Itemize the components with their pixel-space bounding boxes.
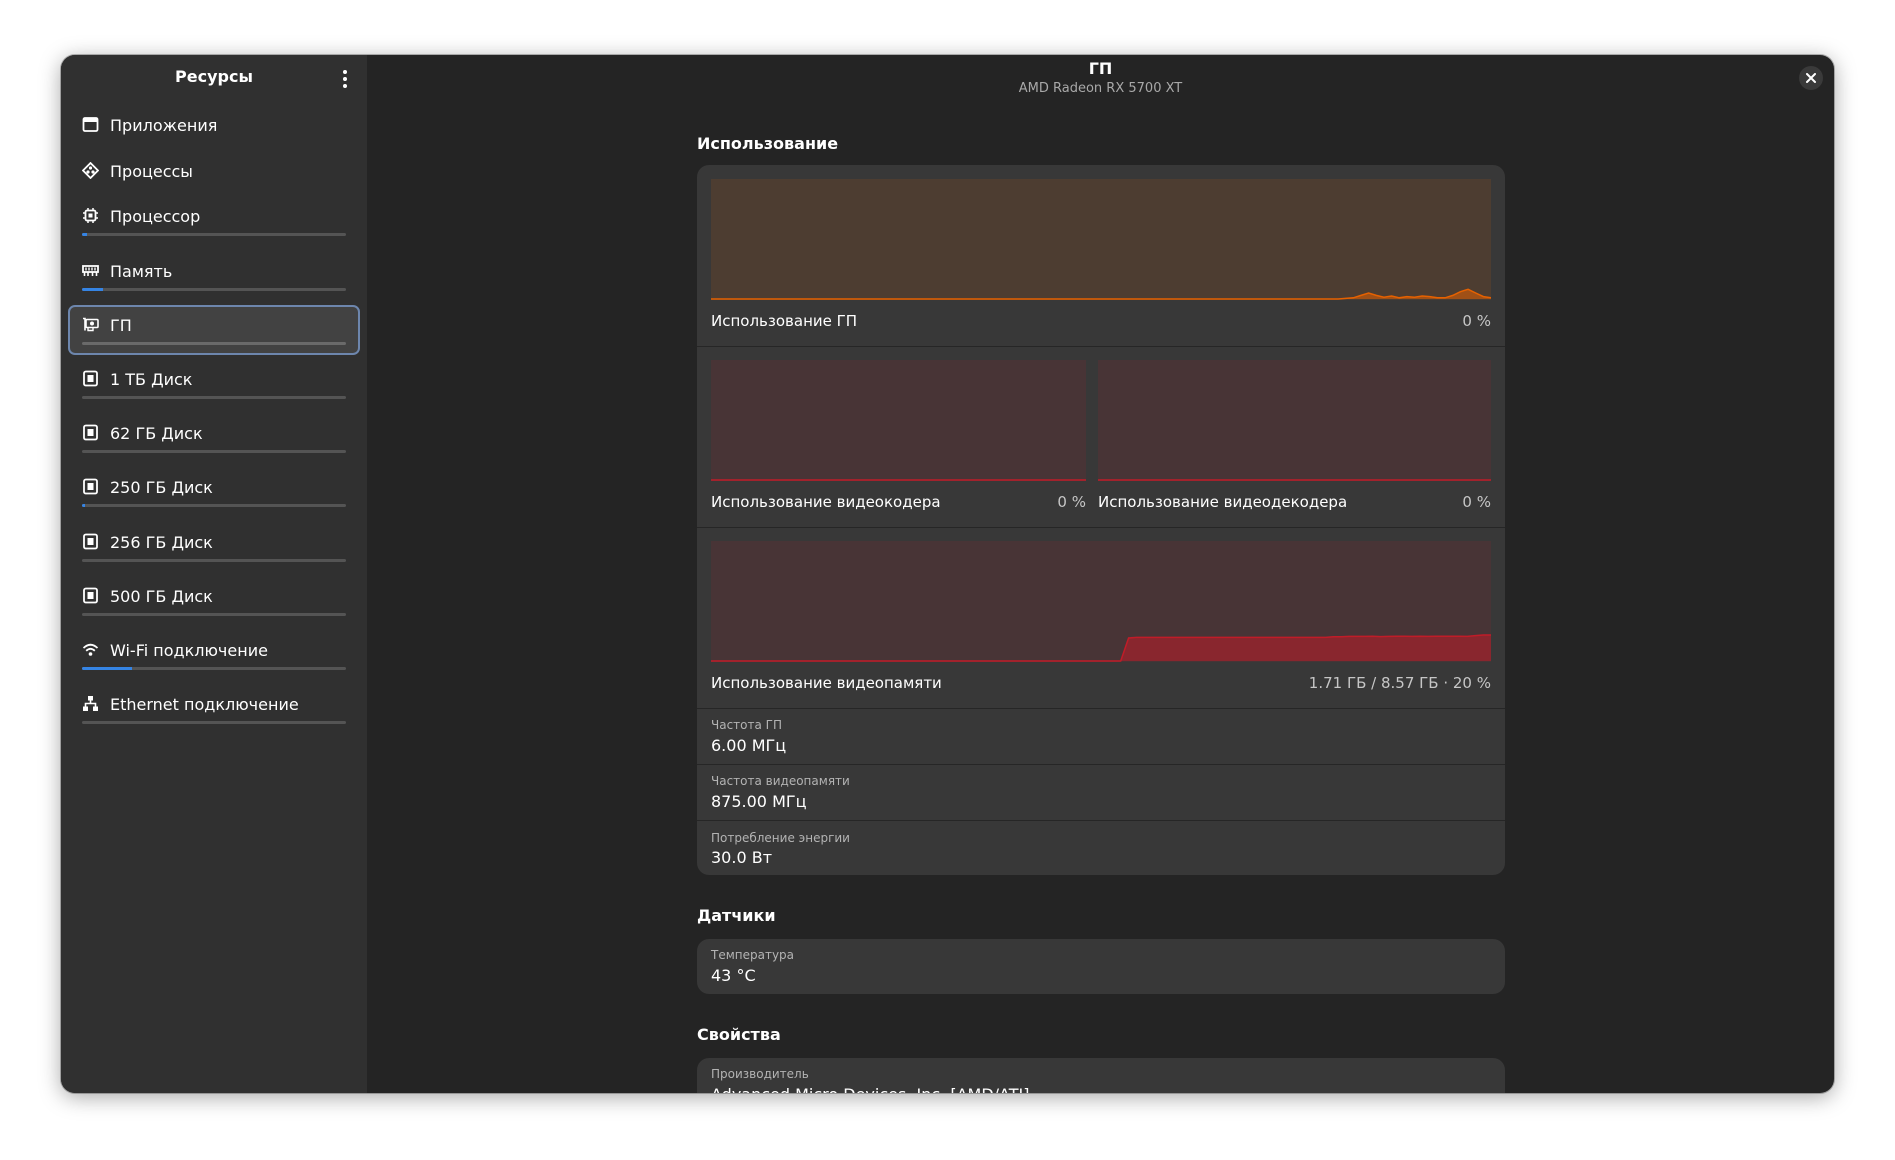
sidebar: Ресурсы Приложения Процессы Процессор Памят…	[61, 55, 367, 1093]
divider	[697, 346, 1505, 347]
sidebar-item-label: 256 ГБ Диск	[110, 533, 213, 552]
menu-dot-icon	[343, 84, 347, 88]
close-button[interactable]	[1799, 66, 1823, 90]
sidebar-item-label: Память	[110, 262, 173, 281]
decoder-usage-value: 0 %	[1462, 493, 1491, 511]
sidebar-item-label: 250 ГБ Диск	[110, 478, 213, 497]
sidebar-item-usage-bar	[82, 613, 346, 616]
gpu-icon	[82, 316, 99, 333]
sidebar-header: Ресурсы	[61, 55, 367, 101]
processes-icon	[81, 161, 100, 180]
main-pane: ГП AMD Radeon RX 5700 XT Использование И…	[367, 55, 1834, 1093]
page-subtitle: AMD Radeon RX 5700 XT	[1018, 81, 1183, 96]
sidebar-item-6[interactable]: 62 ГБ Диск	[68, 413, 360, 459]
sidebar-item-7[interactable]: 250 ГБ Диск	[68, 467, 360, 513]
vram-usage-label: Использование видеопамяти	[711, 674, 942, 692]
sidebar-item-5[interactable]: 1 ТБ Диск	[68, 359, 360, 405]
sidebar-item-usage-bar	[82, 233, 346, 236]
usage-card: Использование ГП 0 % Использование видео…	[697, 165, 1505, 875]
gpu-usage-background	[711, 179, 1491, 300]
sidebar-item-usage-bar	[82, 396, 346, 399]
sidebar-item-9[interactable]: 500 ГБ Диск	[68, 576, 360, 622]
gpu-usage-graph	[711, 179, 1491, 300]
sidebar-item-usage-bar	[82, 288, 346, 291]
properties-section-title: Свойства	[697, 1025, 781, 1044]
ethernet-icon	[82, 695, 99, 712]
divider	[697, 527, 1505, 528]
sensors-section-title: Датчики	[697, 906, 776, 925]
gpu-clock-value: 6.00 МГц	[711, 736, 787, 755]
power-usage-title: Потребление энергии	[711, 831, 850, 845]
encoder-usage-graph	[711, 360, 1086, 481]
divider	[697, 764, 1505, 765]
power-usage-value: 30.0 Вт	[711, 848, 773, 867]
temperature-title: Температура	[711, 948, 795, 962]
sidebar-item-label: Ethernet подключение	[110, 695, 299, 714]
sidebar-item-usage-bar	[82, 342, 346, 345]
gpu-usage-value: 0 %	[1462, 312, 1491, 330]
menu-dot-icon	[343, 77, 347, 81]
disk-icon	[82, 424, 99, 441]
disk-icon	[82, 533, 99, 550]
wifi-icon	[82, 641, 99, 658]
vram-usage-value: 1.71 ГБ / 8.57 ГБ · 20 %	[1308, 674, 1491, 692]
sidebar-title: Ресурсы	[175, 67, 253, 86]
sidebar-item-label: Процессор	[110, 207, 201, 226]
manufacturer-value: Advanced Micro Devices, Inc. [AMD/ATI]	[711, 1085, 1029, 1093]
sidebar-item-usage-bar	[82, 559, 346, 562]
properties-card: Производитель Advanced Micro Devices, In…	[697, 1058, 1505, 1093]
sidebar-item-1[interactable]: Процессы	[68, 151, 360, 189]
usage-section-title: Использование	[697, 134, 839, 153]
sidebar-item-label: 500 ГБ Диск	[110, 587, 213, 606]
encoder-usage-value: 0 %	[1057, 493, 1086, 511]
memory-icon	[82, 262, 99, 279]
disk-icon	[82, 587, 99, 604]
sidebar-item-3[interactable]: Память	[68, 251, 360, 297]
main-menu-button[interactable]	[331, 65, 359, 93]
cpu-icon	[82, 207, 99, 224]
encoder-usage-label: Использование видеокодера	[711, 493, 941, 511]
gpu-usage-label: Использование ГП	[711, 312, 858, 330]
temperature-value: 43 °C	[711, 966, 756, 985]
divider	[697, 708, 1505, 709]
sidebar-item-label: Процессы	[110, 162, 193, 181]
decoder-usage-background	[1098, 360, 1491, 481]
vram-clock-title: Частота видеопамяти	[711, 774, 850, 788]
app-window: Ресурсы Приложения Процессы Процессор Памят…	[61, 55, 1834, 1093]
sidebar-item-10[interactable]: Wi-Fi подключение	[68, 630, 360, 676]
sidebar-item-8[interactable]: 256 ГБ Диск	[68, 522, 360, 568]
sidebar-item-0[interactable]: Приложения	[68, 105, 360, 143]
sidebar-item-usage-bar	[82, 721, 346, 724]
disk-icon	[82, 478, 99, 495]
divider	[697, 820, 1505, 821]
sidebar-item-label: Приложения	[110, 116, 218, 135]
decoder-usage-graph	[1098, 360, 1491, 481]
sidebar-item-11[interactable]: Ethernet подключение	[68, 684, 360, 730]
sidebar-item-2[interactable]: Процессор	[68, 196, 360, 242]
vram-clock-value: 875.00 МГц	[711, 792, 807, 811]
apps-icon	[82, 116, 99, 133]
usage-bar-fill	[82, 288, 104, 291]
sidebar-item-usage-bar	[82, 667, 346, 670]
gpu-clock-title: Частота ГП	[711, 718, 783, 732]
sidebar-item-label: 1 ТБ Диск	[110, 370, 193, 389]
encoder-usage-background	[711, 360, 1086, 481]
usage-bar-fill	[82, 233, 88, 236]
close-icon	[1806, 73, 1816, 83]
manufacturer-title: Производитель	[711, 1067, 809, 1081]
sidebar-item-usage-bar	[82, 450, 346, 453]
decoder-usage-label: Использование видеодекодера	[1098, 493, 1348, 511]
sidebar-item-4[interactable]: ГП	[68, 305, 360, 355]
page-title: ГП	[1088, 59, 1113, 78]
sidebar-item-label: ГП	[110, 316, 132, 335]
vram-usage-graph	[711, 541, 1491, 662]
menu-dot-icon	[343, 70, 347, 74]
usage-bar-fill	[82, 504, 85, 507]
sidebar-item-label: 62 ГБ Диск	[110, 424, 203, 443]
sensors-card: Температура 43 °C	[697, 939, 1505, 994]
sidebar-item-label: Wi-Fi подключение	[110, 641, 268, 660]
disk-icon	[82, 370, 99, 387]
sidebar-item-usage-bar	[82, 504, 346, 507]
usage-bar-fill	[82, 667, 133, 670]
